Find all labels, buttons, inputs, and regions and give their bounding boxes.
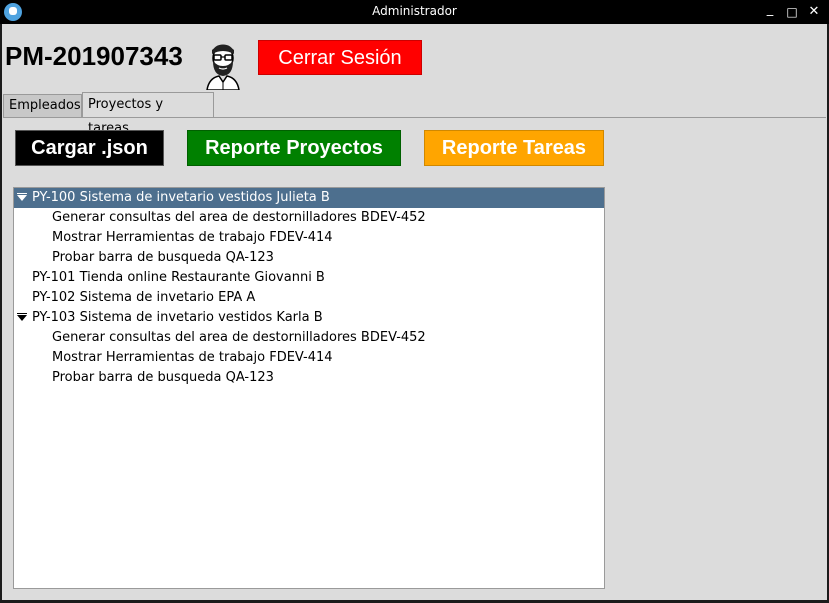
tree-node-label: Mostrar Herramientas de trabajo FDEV-414 — [52, 230, 333, 245]
load-json-button[interactable]: Cargar .json — [15, 130, 164, 166]
tree-node-label: PY-103 Sistema de invetario vestidos Kar… — [32, 310, 323, 325]
tree-task-node[interactable]: Mostrar Herramientas de trabajo FDEV-414 — [14, 228, 604, 248]
collapse-toggle-icon[interactable] — [17, 193, 27, 194]
projects-report-button[interactable]: Reporte Proyectos — [187, 130, 401, 166]
tree-task-node[interactable]: Generar consultas del area de destornill… — [14, 208, 604, 228]
title-bar[interactable]: Administrador _ □ ✕ — [0, 0, 829, 24]
tasks-report-button[interactable]: Reporte Tareas — [424, 130, 604, 166]
tree-node-label: Generar consultas del area de destornill… — [52, 210, 426, 225]
minimize-button[interactable]: _ — [760, 0, 780, 20]
expand-arrow-icon[interactable] — [17, 195, 27, 201]
tree-node-label: Probar barra de busqueda QA-123 — [52, 370, 274, 385]
tree-project-node[interactable]: PY-102 Sistema de invetario EPA A — [14, 288, 604, 308]
main-window: Administrador _ □ ✕ PM-201907343 Cerrar … — [0, 0, 829, 603]
tree-task-node[interactable]: Probar barra de busqueda QA-123 — [14, 248, 604, 268]
tree-project-node[interactable]: PY-100 Sistema de invetario vestidos Jul… — [14, 188, 604, 208]
collapse-toggle-icon[interactable] — [17, 313, 27, 314]
tree-task-node[interactable]: Probar barra de busqueda QA-123 — [14, 368, 604, 388]
tree-node-label: Probar barra de busqueda QA-123 — [52, 250, 274, 265]
maximize-button[interactable]: □ — [782, 2, 802, 22]
window-title: Administrador — [372, 4, 457, 18]
tab-proyectos-y-tareas[interactable]: Proyectos y tareas — [82, 92, 214, 136]
close-button[interactable]: ✕ — [804, 2, 824, 22]
tab-empleados[interactable]: Empleados — [3, 94, 82, 117]
tree-node-label: PY-101 Tienda online Restaurante Giovann… — [32, 270, 325, 285]
tree-project-node[interactable]: PY-101 Tienda online Restaurante Giovann… — [14, 268, 604, 288]
tab-panel-divider — [3, 117, 826, 118]
projects-tree[interactable]: PY-100 Sistema de invetario vestidos Jul… — [13, 187, 605, 589]
tree-node-label: Generar consultas del area de destornill… — [52, 330, 426, 345]
window-border-left — [0, 24, 2, 603]
tree-project-node[interactable]: PY-103 Sistema de invetario vestidos Kar… — [14, 308, 604, 328]
tree-task-node[interactable]: Mostrar Herramientas de trabajo FDEV-414 — [14, 348, 604, 368]
tree-task-node[interactable]: Generar consultas del area de destornill… — [14, 328, 604, 348]
tree-node-label: Mostrar Herramientas de trabajo FDEV-414 — [52, 350, 333, 365]
bearded-man-avatar-icon — [206, 44, 240, 90]
expand-arrow-icon[interactable] — [17, 315, 27, 321]
tree-node-label: PY-102 Sistema de invetario EPA A — [32, 290, 256, 305]
user-id-label: PM-201907343 — [5, 41, 183, 71]
logout-button[interactable]: Cerrar Sesión — [258, 40, 422, 75]
tree-node-label: PY-100 Sistema de invetario vestidos Jul… — [32, 190, 330, 205]
